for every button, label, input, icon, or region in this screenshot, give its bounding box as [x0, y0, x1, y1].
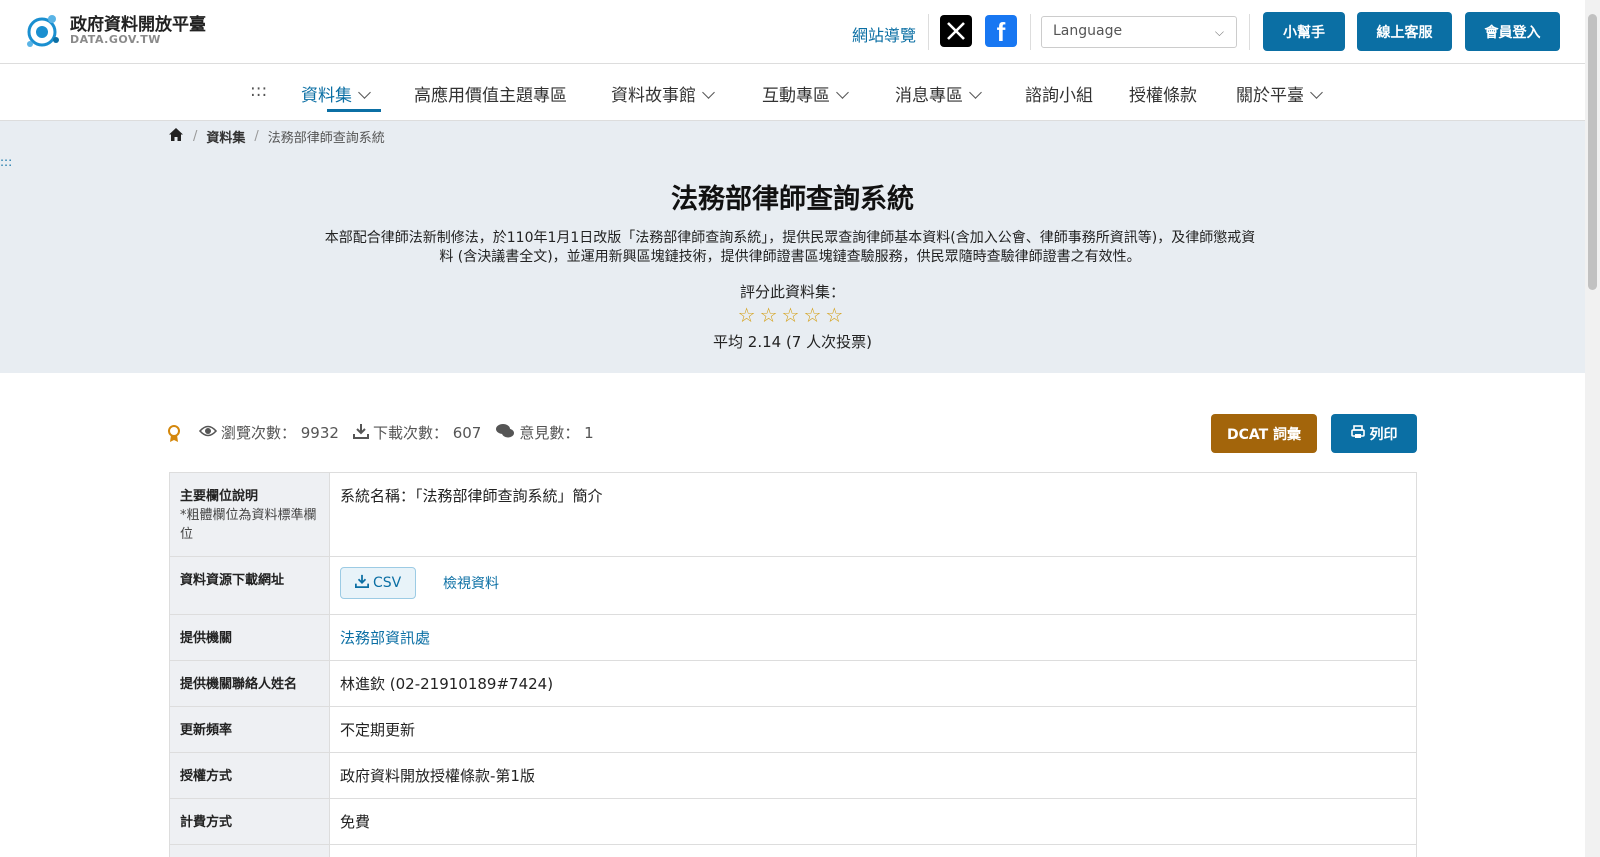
comment-count: 意見數： 1 [519, 424, 594, 442]
row-value: 免費 [329, 798, 1417, 845]
award-icon [167, 424, 181, 442]
row-value: 不定期更新 [329, 706, 1417, 753]
eye-icon [198, 424, 218, 442]
row-key: 計費方式 [169, 798, 330, 845]
dataset-stats: 瀏覽次數： 9932 下載次數： 607 意見數： 1 [167, 422, 608, 443]
table-row: 授權方式 政府資料開放授權條款-第1版 [169, 752, 1417, 799]
row-key: 授權方式 [169, 752, 330, 799]
logo-subtitle: DATA.GOV.TW [70, 33, 161, 47]
table-row: 計費方式 免費 [169, 798, 1417, 845]
provider-agency-link[interactable]: 法務部資訊處 [340, 629, 430, 647]
comments-icon [495, 423, 515, 443]
online-support-button[interactable]: 線上客服 [1357, 12, 1452, 51]
menu-dots[interactable]: ::: [250, 81, 267, 101]
chevron-down-icon [1310, 86, 1323, 99]
print-icon [1350, 424, 1365, 443]
row-key: 資料資源下載網址 [169, 556, 330, 615]
nav-item-datasets[interactable]: 資料集 [301, 81, 371, 106]
table-row: 提供機關 法務部資訊處 [169, 614, 1417, 661]
language-select-value: Language [1053, 23, 1123, 39]
scrollbar-thumb[interactable] [1588, 14, 1597, 290]
helper-button[interactable]: 小幫手 [1263, 12, 1345, 51]
nav-item-data-stories[interactable]: 資料故事館 [611, 81, 715, 106]
chevron-down-icon [358, 86, 371, 99]
sitemap-link[interactable]: 網站導覽 [852, 22, 916, 46]
download-count: 下載次數： 607 [372, 424, 482, 442]
row-value: 政府資料開放授權條款-第1版 [329, 752, 1417, 799]
member-login-button[interactable]: 會員登入 [1465, 12, 1560, 51]
breadcrumb: / 資料集 / 法務部律師查詢系統 [168, 127, 385, 146]
row-value: 系統名稱：｢法務部律師查詢系統」簡介 [329, 472, 1417, 557]
rating-stars[interactable]: ☆☆☆☆☆ [0, 303, 1585, 327]
dcat-vocabulary-button[interactable]: DCAT 詞彙 [1211, 414, 1317, 453]
dataset-hero: / 資料集 / 法務部律師查詢系統 ::: 法務部律師查詢系統 本部配合律師法新… [0, 121, 1585, 373]
table-row: 更新頻率 不定期更新 [169, 706, 1417, 753]
breadcrumb-current: 法務部律師查詢系統 [267, 131, 385, 146]
row-value: 林進欽 (02-21910189#7424) [329, 660, 1417, 707]
page-title: 法務部律師查詢系統 [671, 184, 914, 215]
table-row: 資料資源下載網址 CSV 檢視資料 [169, 556, 1417, 615]
accesskey-marker[interactable]: ::: [0, 155, 12, 169]
divider [928, 14, 929, 50]
row-key: 更新頻率 [169, 706, 330, 753]
x-twitter-icon[interactable] [940, 15, 972, 47]
rating-label: 評分此資料集： [739, 283, 845, 301]
chevron-down-icon [836, 86, 849, 99]
page-scrollbar[interactable] [1585, 0, 1600, 857]
row-key: 主要欄位說明 [180, 489, 259, 504]
table-row: 主要欄位說明 *粗體欄位為資料標準欄位 系統名稱：｢法務部律師查詢系統」簡介 [169, 472, 1417, 557]
nav-item-news[interactable]: 消息專區 [895, 81, 982, 106]
print-button[interactable]: 列印 [1331, 414, 1417, 453]
row-key: 提供機關聯絡人姓名 [169, 660, 330, 707]
download-icon [352, 423, 369, 443]
svg-text:f: f [997, 18, 1006, 44]
row-key-note: *粗體欄位為資料標準欄位 [180, 508, 317, 542]
dataset-description: 本部配合律師法新制修法，於110年1月1日改版「法務部律師查詢系統」，提供民眾查… [324, 230, 1256, 265]
row-key: 提供機關 [169, 614, 330, 661]
chevron-down-icon [969, 86, 982, 99]
chevron-down-icon: ⌵ [1214, 25, 1224, 39]
download-icon [355, 574, 369, 592]
facebook-icon[interactable]: f [985, 15, 1017, 47]
nav-item-interactive[interactable]: 互動專區 [762, 81, 849, 106]
nav-item-about[interactable]: 關於平臺 [1236, 81, 1323, 106]
site-logo[interactable]: 政府資料開放平臺 DATA.GOV.TW [22, 10, 206, 52]
view-data-link[interactable]: 檢視資料 [443, 576, 499, 592]
language-select[interactable]: Language ⌵ [1041, 16, 1237, 48]
table-row [169, 844, 1417, 857]
dataset-metadata-table: 主要欄位說明 *粗體欄位為資料標準欄位 系統名稱：｢法務部律師查詢系統」簡介 資… [169, 472, 1417, 857]
logo-icon [22, 10, 64, 52]
view-count: 瀏覽次數： 9932 [221, 424, 339, 442]
row-key [169, 844, 330, 857]
csv-download-button[interactable]: CSV [340, 567, 417, 599]
rating-average: 平均 2.14 (7 人次投票) [713, 333, 872, 351]
main-nav: ::: 資料集 高應用價值主題專區 資料故事館 互動專區 消息專區 諮詢小組 授… [0, 65, 1585, 121]
table-row: 提供機關聯絡人姓名 林進欽 (02-21910189#7424) [169, 660, 1417, 707]
divider [1249, 14, 1250, 50]
nav-item-high-value[interactable]: 高應用價值主題專區 [414, 81, 567, 106]
home-icon[interactable] [168, 127, 184, 146]
nav-active-indicator [327, 109, 381, 112]
site-header: 政府資料開放平臺 DATA.GOV.TW 網站導覽 f Language ⌵ 小… [0, 0, 1585, 64]
row-value [329, 844, 1417, 857]
nav-item-license[interactable]: 授權條款 [1129, 81, 1197, 106]
divider [1030, 14, 1031, 50]
logo-title: 政府資料開放平臺 [70, 14, 206, 35]
breadcrumb-datasets[interactable]: 資料集 [206, 127, 245, 146]
chevron-down-icon [702, 86, 715, 99]
nav-item-advisory[interactable]: 諮詢小組 [1025, 81, 1093, 106]
